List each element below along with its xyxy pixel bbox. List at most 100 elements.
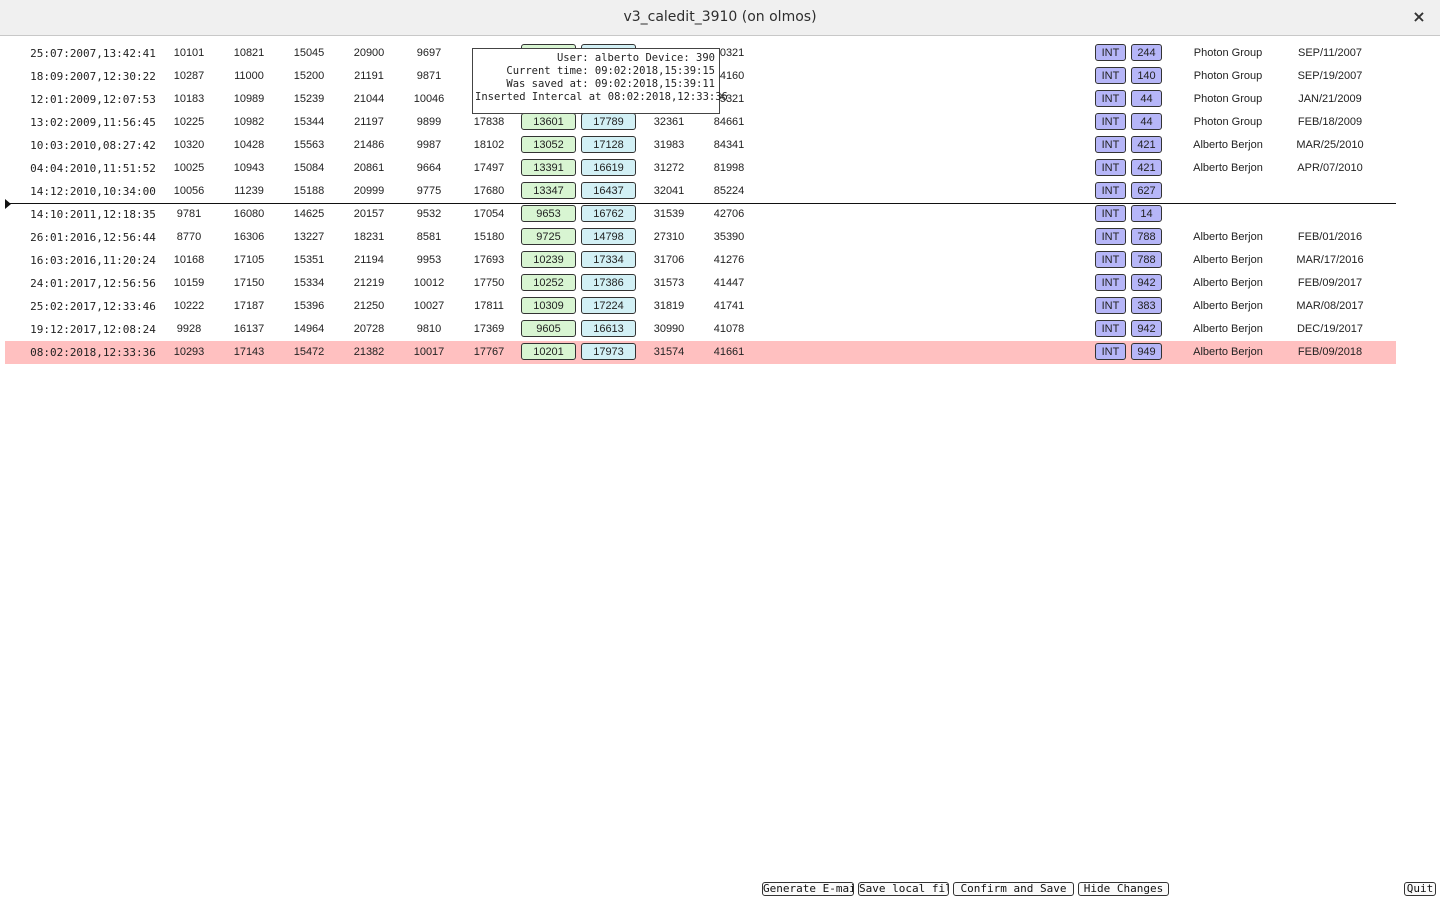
date-cell: SEP/11/2007 [1297, 47, 1362, 59]
editable-value-green[interactable]: 9725 [521, 228, 576, 245]
editable-value-green[interactable]: 9605 [521, 320, 576, 337]
editable-value-cyan[interactable]: 16437 [581, 182, 636, 199]
int-number-button[interactable]: 788 [1131, 228, 1162, 245]
value-cell: 8581 [416, 231, 442, 243]
table-row[interactable]: 24:01:2017,12:56:56 10159 17150 15334 21219 1… [5, 272, 1396, 295]
table-row[interactable]: 13:02:2009,11:56:45 10225 10982 15344 21197 9… [5, 111, 1396, 134]
value-cell: 17680 [473, 185, 505, 197]
int-number-button[interactable]: 949 [1131, 343, 1162, 360]
value-cell: 10056 [173, 185, 205, 197]
int-number-button[interactable]: 421 [1131, 159, 1162, 176]
timestamp-cell: 10:03:2010,08:27:42 [30, 139, 156, 152]
table-row[interactable]: 25:02:2017,12:33:46 10222 17187 15396 21250 1… [5, 295, 1396, 318]
int-tag-button[interactable]: INT [1095, 182, 1126, 199]
table-row[interactable]: 04:04:2010,11:51:52 10025 10943 15084 20861 9… [5, 157, 1396, 180]
generate-email-button[interactable]: Generate E-mail [762, 882, 854, 896]
editable-value-cyan[interactable]: 16619 [581, 159, 636, 176]
table-row[interactable]: 10:03:2010,08:27:42 10320 10428 15563 21486 9… [5, 134, 1396, 157]
int-tag-button[interactable]: INT [1095, 297, 1126, 314]
int-number-button[interactable]: 244 [1131, 44, 1162, 61]
value-cell: 15239 [293, 93, 325, 105]
editable-value-cyan[interactable]: 17128 [581, 136, 636, 153]
int-tag-button[interactable]: INT [1095, 44, 1126, 61]
date-cell: MAR/08/2017 [1296, 300, 1364, 312]
int-tag-button[interactable]: INT [1095, 90, 1126, 107]
int-number-button[interactable]: 140 [1131, 67, 1162, 84]
int-number-button[interactable]: 788 [1131, 251, 1162, 268]
quit-button[interactable]: Quit [1404, 882, 1436, 896]
editable-value-green[interactable]: 13391 [521, 159, 576, 176]
int-tag-button[interactable]: INT [1095, 251, 1126, 268]
int-number-button[interactable]: 44 [1131, 90, 1162, 107]
editable-value-cyan[interactable]: 17386 [581, 274, 636, 291]
table-row[interactable]: 14:10:2011,12:18:35 9781 16080 14625 20157 95… [5, 203, 1396, 226]
table-row[interactable]: 19:12:2017,12:08:24 9928 16137 14964 20728 98… [5, 318, 1396, 341]
editable-value-cyan[interactable]: 17789 [581, 113, 636, 130]
value-cell: 21194 [354, 254, 384, 266]
editable-value-green[interactable]: 13052 [521, 136, 576, 153]
editable-value-green[interactable]: 10201 [521, 343, 576, 360]
close-icon[interactable]: × [1410, 7, 1428, 27]
int-tag-button[interactable]: INT [1095, 320, 1126, 337]
value-cell: 9781 [176, 208, 202, 220]
value-cell: 20900 [353, 47, 385, 59]
editable-value-cyan[interactable]: 17973 [581, 343, 636, 360]
table-row[interactable]: 26:01:2016,12:56:44 8770 16306 13227 18231 85… [5, 226, 1396, 249]
int-tag-button[interactable]: INT [1095, 343, 1126, 360]
editable-value-green[interactable]: 13601 [521, 113, 576, 130]
editable-value-cyan[interactable]: 17334 [581, 251, 636, 268]
author-cell: Photon Group [1193, 93, 1263, 105]
value-cell: 17838 [473, 116, 505, 128]
value-cell: 14625 [293, 208, 325, 220]
timestamp-cell: 26:01:2016,12:56:44 [30, 231, 156, 244]
author-cell [1173, 203, 1283, 226]
value-cell: 35390 [713, 231, 745, 243]
value-cell: 31539 [653, 208, 685, 220]
editable-value-green[interactable]: 9653 [521, 205, 576, 222]
timestamp-cell: 12:01:2009,12:07:53 [30, 93, 156, 106]
tooltip-user: User: alberto Device: 390 [556, 52, 715, 64]
value-cell: 41078 [713, 323, 745, 335]
row-marker-icon [5, 199, 11, 209]
timestamp-cell: 25:07:2007,13:42:41 [30, 47, 156, 60]
save-local-file-button[interactable]: Save local file [858, 882, 949, 896]
int-number-button[interactable]: 421 [1131, 136, 1162, 153]
int-number-button[interactable]: 627 [1131, 182, 1162, 199]
editable-value-cyan[interactable]: 14798 [581, 228, 636, 245]
date-cell: FEB/01/2016 [1297, 231, 1363, 243]
value-cell: 20999 [353, 185, 385, 197]
table-row[interactable]: 14:12:2010,10:34:00 10056 11239 15188 20999 9… [5, 180, 1396, 203]
int-tag-button[interactable]: INT [1095, 67, 1126, 84]
confirm-and-save-button[interactable]: Confirm and Save [953, 882, 1074, 896]
table-row[interactable]: 16:03:2016,11:20:24 10168 17105 15351 21194 9… [5, 249, 1396, 272]
int-number-button[interactable]: 383 [1131, 297, 1162, 314]
int-tag-button[interactable]: INT [1095, 159, 1126, 176]
value-cell: 31706 [653, 254, 685, 266]
int-tag-button[interactable]: INT [1095, 136, 1126, 153]
int-number-button[interactable]: 942 [1131, 320, 1162, 337]
editable-value-green[interactable]: 10252 [521, 274, 576, 291]
value-cell: 81998 [713, 162, 745, 174]
int-tag-button[interactable]: INT [1095, 228, 1126, 245]
value-cell: 9664 [416, 162, 442, 174]
editable-value-cyan[interactable]: 16613 [581, 320, 636, 337]
value-cell: 15084 [293, 162, 325, 174]
editable-value-cyan[interactable]: 17224 [581, 297, 636, 314]
table-row-selected[interactable]: 08:02:2018,12:33:36 10293 17143 15472 21382 1… [5, 341, 1396, 364]
int-number-button[interactable]: 14 [1131, 205, 1162, 222]
int-number-button[interactable]: 942 [1131, 274, 1162, 291]
value-cell: 11000 [234, 70, 264, 82]
editable-value-green[interactable]: 10239 [521, 251, 576, 268]
editable-value-cyan[interactable]: 16762 [581, 205, 636, 222]
int-number-button[interactable]: 44 [1131, 113, 1162, 130]
int-tag-button[interactable]: INT [1095, 205, 1126, 222]
int-tag-button[interactable]: INT [1095, 274, 1126, 291]
int-tag-button[interactable]: INT [1095, 113, 1126, 130]
hide-changes-button[interactable]: Hide Changes [1078, 882, 1169, 896]
editable-value-green[interactable]: 10309 [521, 297, 576, 314]
value-cell: 20157 [353, 208, 385, 220]
editable-value-green[interactable]: 13347 [521, 182, 576, 199]
value-cell: 10017 [413, 346, 445, 358]
separator-line [5, 203, 1396, 204]
value-cell: 41661 [713, 346, 745, 358]
